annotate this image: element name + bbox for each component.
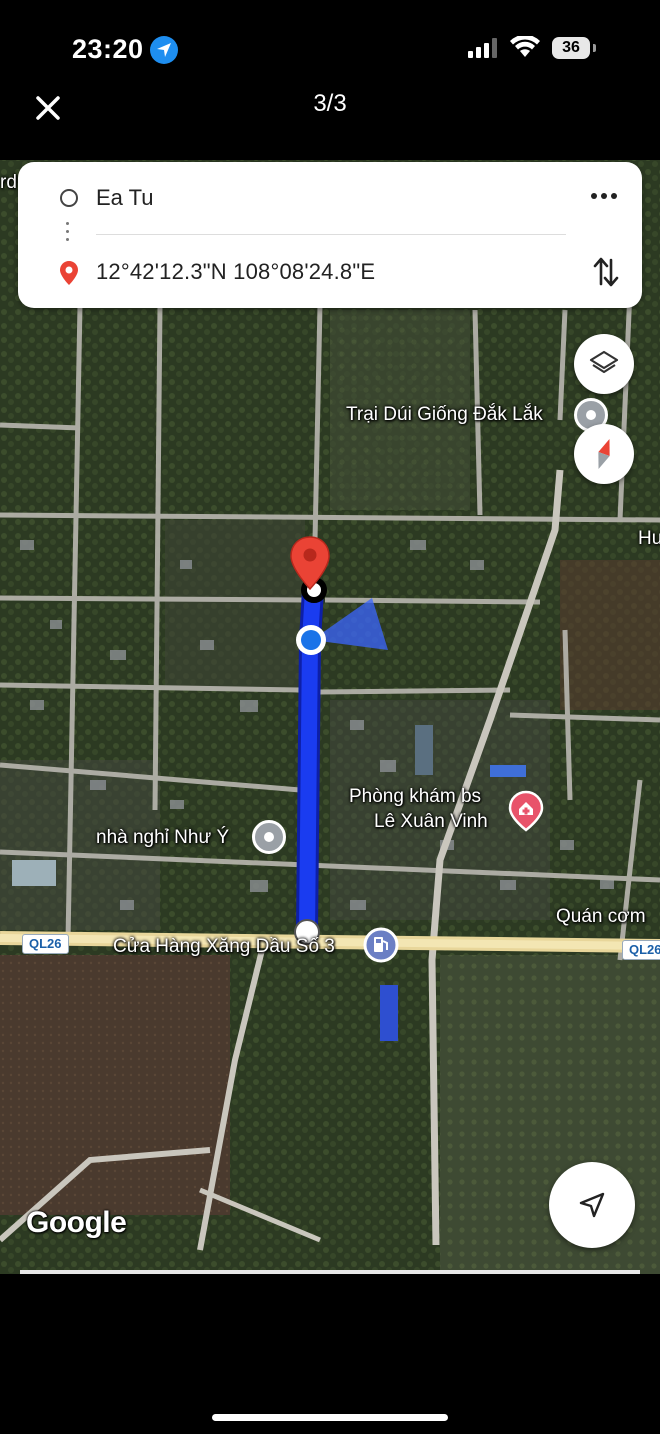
directions-card: Ea Tu 12°42'12.3"N 108°08'24.8"E	[18, 162, 642, 308]
location-arrow-icon	[150, 36, 178, 64]
viewer-top-bar: 3/3	[0, 70, 660, 160]
map-label-phong-kham-1[interactable]: Phòng khám bs	[349, 786, 481, 808]
destination-field[interactable]: 12°42'12.3"N 108°08'24.8"E	[96, 259, 375, 285]
gas-station-icon[interactable]	[362, 926, 400, 964]
map-label-trai-dui[interactable]: Trại Dúi Giống Đắk Lắk	[346, 404, 543, 426]
origin-circle-icon	[60, 189, 78, 207]
layers-button[interactable]	[574, 334, 634, 394]
route-connector-dots	[66, 222, 70, 246]
compass-button[interactable]	[574, 424, 634, 484]
satellite-map	[0, 160, 660, 1274]
compass-icon	[598, 438, 610, 470]
layers-icon	[589, 350, 619, 374]
status-time: 23:20	[72, 34, 144, 64]
destination-pin-icon[interactable]	[289, 535, 331, 591]
hospital-icon[interactable]	[508, 790, 544, 832]
map-label-cua-hang[interactable]: Cửa Hàng Xăng Dầu Số 3	[113, 936, 335, 958]
cellular-signal-icon	[468, 38, 497, 58]
card-divider	[96, 234, 566, 235]
map-label-quan-com[interactable]: Quán cơm	[556, 906, 646, 928]
poi-marker-nha-nghi[interactable]	[252, 820, 286, 854]
map-label-edge-hu: Hu	[638, 528, 660, 549]
google-attribution: Google	[26, 1206, 127, 1239]
map-label-phong-kham-2[interactable]: Lê Xuân Vinh	[374, 811, 488, 833]
origin-field[interactable]: Ea Tu	[96, 185, 153, 211]
battery-tip	[593, 44, 596, 52]
swap-icon[interactable]	[592, 254, 620, 290]
map-label-nha-nghi[interactable]: nhà nghỉ Như Ý	[96, 827, 229, 849]
map-label-edge-rd: rd	[0, 172, 17, 193]
page-counter: 3/3	[313, 90, 347, 117]
destination-pin-small-icon	[60, 261, 78, 285]
highway-shield-right: QL26	[622, 940, 660, 960]
map-view[interactable]	[0, 160, 660, 1274]
more-icon[interactable]	[588, 184, 620, 208]
start-navigation-button[interactable]	[549, 1162, 635, 1248]
navigate-icon	[579, 1192, 605, 1218]
home-indicator[interactable]	[212, 1414, 448, 1421]
battery-level: 36	[552, 37, 590, 59]
wifi-icon	[510, 36, 540, 57]
highway-shield-left: QL26	[22, 934, 69, 954]
